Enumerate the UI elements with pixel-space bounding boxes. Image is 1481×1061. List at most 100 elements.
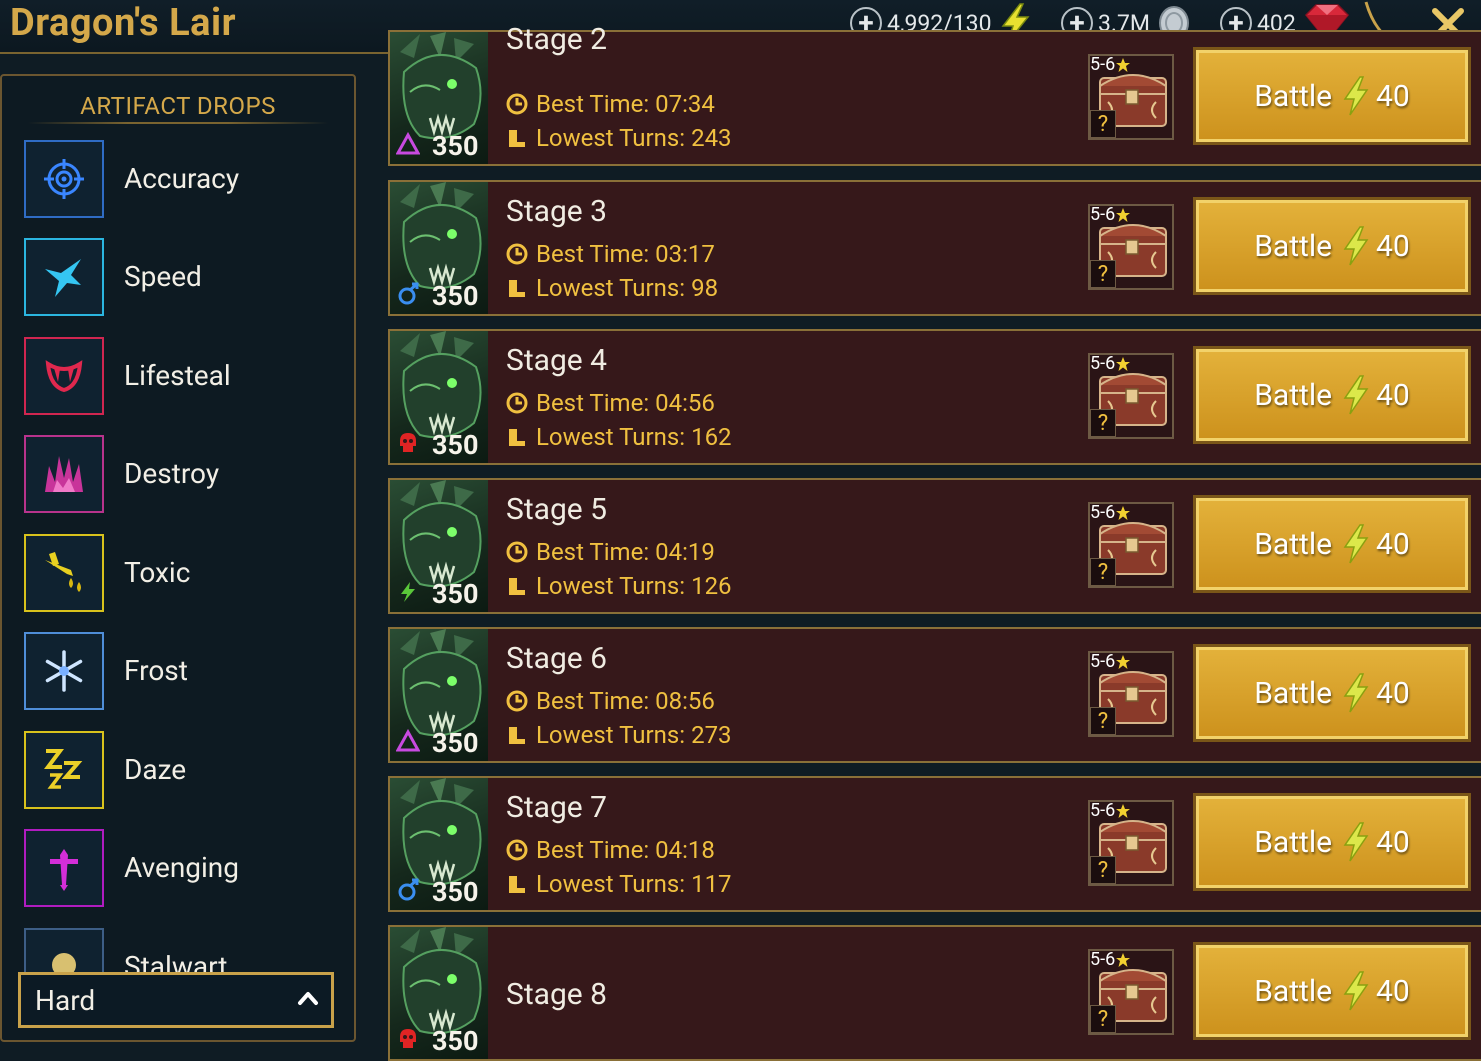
lowest-turns-text: Lowest Turns: 117	[536, 870, 732, 898]
battle-cost: 40	[1376, 824, 1410, 860]
lowest-turns: Lowest Turns: 126	[506, 572, 732, 600]
best-time-text: Best Time: 07:34	[536, 90, 715, 118]
artifact-set-speed[interactable]: Speed	[24, 238, 344, 318]
battle-cost: 40	[1376, 228, 1410, 264]
battle-button[interactable]: Battle 40	[1193, 197, 1471, 295]
set-label-speed: Speed	[124, 260, 202, 293]
battle-label: Battle	[1254, 824, 1333, 860]
loot-chest[interactable]: 5-6 ?	[1088, 502, 1174, 588]
hourglass-icon	[509, 876, 525, 893]
clock-icon	[506, 839, 528, 861]
loot-chest[interactable]: 5-6 ?	[1088, 800, 1174, 886]
battle-button[interactable]: Battle 40	[1193, 47, 1471, 145]
battle-button[interactable]: Battle 40	[1193, 644, 1471, 742]
energy-cost-icon	[1343, 375, 1369, 415]
battle-cost: 40	[1376, 78, 1410, 114]
best-time: Best Time: 04:19	[506, 538, 715, 566]
lowest-turns: Lowest Turns: 98	[506, 274, 718, 302]
stage-name: Stage 3	[506, 194, 608, 229]
best-time-text: Best Time: 04:18	[536, 836, 715, 864]
battle-cost: 40	[1376, 973, 1410, 1009]
boss-portrait: 350	[390, 182, 488, 314]
best-time: Best Time: 04:56	[506, 389, 715, 417]
stage-row-2: 350 Stage 2 Best Time: 07:34 Lowest Turn…	[388, 22, 1481, 166]
hourglass-icon	[509, 130, 525, 147]
difficulty-dropdown[interactable]: Hard	[18, 972, 334, 1028]
clock-icon	[506, 392, 528, 414]
energy-cost-icon	[1343, 524, 1369, 564]
stage-row-7: 350 Stage 7 Best Time: 04:18 Lowest Turn…	[388, 776, 1481, 912]
battle-label: Battle	[1254, 526, 1333, 562]
enemy-power: 350	[432, 578, 479, 610]
burst-icon	[24, 435, 104, 513]
best-time-text: Best Time: 04:19	[536, 538, 715, 566]
rank-range: 5-6	[1090, 353, 1131, 374]
hourglass-icon	[509, 727, 525, 744]
boss-portrait: 350	[390, 778, 488, 910]
best-time: Best Time: 04:18	[506, 836, 715, 864]
question-mark-icon: ?	[1090, 409, 1116, 437]
magic-affinity-icon	[396, 132, 420, 155]
best-time: Best Time: 08:56	[506, 687, 715, 715]
stage-name: Stage 7	[506, 790, 608, 825]
lowest-turns-text: Lowest Turns: 273	[536, 721, 732, 749]
question-mark-icon: ?	[1090, 558, 1116, 586]
battle-button[interactable]: Battle 40	[1193, 495, 1471, 593]
loot-chest[interactable]: 5-6 ?	[1088, 353, 1174, 439]
loot-chest[interactable]: 5-6 ?	[1088, 204, 1174, 290]
rank-range: 5-6	[1090, 800, 1131, 821]
battle-button[interactable]: Battle 40	[1193, 793, 1471, 891]
set-label-daze: Daze	[124, 753, 187, 786]
enemy-power: 350	[432, 1025, 479, 1057]
battle-button[interactable]: Battle 40	[1193, 942, 1471, 1040]
stage-name: Stage 8	[506, 977, 608, 1012]
fangs-icon	[24, 337, 104, 415]
crosshair-icon	[24, 140, 104, 218]
enemy-power: 350	[432, 876, 479, 908]
lowest-turns: Lowest Turns: 162	[506, 423, 732, 451]
enemy-power: 350	[432, 429, 479, 461]
artifact-set-avenging[interactable]: Avenging	[24, 829, 344, 909]
divider	[28, 122, 328, 124]
artifact-set-toxic[interactable]: Toxic	[24, 534, 344, 614]
lowest-turns-text: Lowest Turns: 126	[536, 572, 732, 600]
question-mark-icon: ?	[1090, 260, 1116, 288]
best-time: Best Time: 03:17	[506, 240, 715, 268]
stage-row-5: 350 Stage 5 Best Time: 04:19 Lowest Turn…	[388, 478, 1481, 614]
question-mark-icon: ?	[1090, 1005, 1116, 1033]
boss-portrait: 350	[390, 331, 488, 463]
stage-row-8: 350 Stage 8 5-6 ? Battle 40	[388, 925, 1481, 1061]
boss-portrait: 350	[390, 480, 488, 612]
loot-chest[interactable]: 5-6 ?	[1088, 54, 1174, 140]
loot-chest[interactable]: 5-6 ?	[1088, 949, 1174, 1035]
stage-name: Stage 6	[506, 641, 608, 676]
star-icon	[1116, 356, 1131, 371]
best-time-text: Best Time: 08:56	[536, 687, 715, 715]
difficulty-value: Hard	[35, 984, 96, 1017]
battle-button[interactable]: Battle 40	[1193, 346, 1471, 444]
artifact-set-lifesteal[interactable]: Lifesteal	[24, 337, 344, 417]
artifact-drops-panel: ARTIFACT DROPS Accuracy Speed Lifesteal …	[0, 74, 356, 1042]
speed-bird-icon	[24, 238, 104, 316]
stage-row-4: 350 Stage 4 Best Time: 04:56 Lowest Turn…	[388, 329, 1481, 465]
loot-chest[interactable]: 5-6 ?	[1088, 651, 1174, 737]
artifact-set-accuracy[interactable]: Accuracy	[24, 140, 344, 220]
boss-portrait: 350	[390, 629, 488, 761]
lowest-turns-text: Lowest Turns: 243	[536, 124, 732, 152]
energy-cost-icon	[1343, 971, 1369, 1011]
enemy-power: 350	[432, 727, 479, 759]
hourglass-icon	[509, 429, 525, 446]
set-label-lifesteal: Lifesteal	[124, 359, 231, 392]
lowest-turns-text: Lowest Turns: 162	[536, 423, 732, 451]
energy-cost-icon	[1343, 76, 1369, 116]
question-mark-icon: ?	[1090, 856, 1116, 884]
artifact-set-daze[interactable]: Daze	[24, 731, 344, 811]
zzz-icon	[24, 731, 104, 809]
battle-label: Battle	[1254, 675, 1333, 711]
artifact-set-destroy[interactable]: Destroy	[24, 435, 344, 515]
artifact-set-frost[interactable]: Frost	[24, 632, 344, 712]
energy-cost-icon	[1343, 226, 1369, 266]
best-time: Best Time: 07:34	[506, 90, 715, 118]
enemy-power: 350	[432, 280, 479, 312]
enemy-power: 350	[432, 130, 479, 162]
